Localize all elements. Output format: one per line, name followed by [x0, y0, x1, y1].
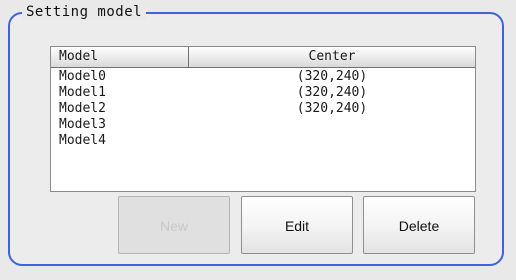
center-cell: (320,240): [296, 85, 368, 100]
column-header-center[interactable]: Center: [189, 47, 475, 67]
model-table[interactable]: Model Center Model0 (320,240) Model1 (32…: [50, 46, 476, 192]
table-header: Model Center: [51, 47, 475, 68]
model-name-cell: Model3: [59, 117, 106, 132]
table-row[interactable]: Model1 (320,240): [51, 85, 475, 101]
table-row[interactable]: Model2 (320,240): [51, 101, 475, 117]
model-name-cell: Model4: [59, 133, 106, 148]
table-row[interactable]: Model3: [51, 117, 475, 133]
table-row[interactable]: Model0 (320,240): [51, 69, 475, 85]
model-name-cell: Model0: [59, 69, 106, 84]
new-button[interactable]: New: [118, 196, 230, 254]
table-row[interactable]: Model4: [51, 133, 475, 149]
center-cell: [189, 117, 475, 133]
table-body: Model0 (320,240) Model1 (320,240) Model2…: [51, 69, 475, 149]
center-cell: [189, 133, 475, 149]
model-name-cell: Model2: [59, 101, 106, 116]
column-header-model[interactable]: Model: [51, 47, 189, 67]
delete-button[interactable]: Delete: [363, 196, 475, 254]
edit-button[interactable]: Edit: [241, 196, 353, 254]
center-cell: (320,240): [296, 69, 368, 84]
model-name-cell: Model1: [59, 85, 106, 100]
center-cell: (320,240): [296, 101, 368, 116]
panel-title: Setting model: [22, 4, 147, 20]
